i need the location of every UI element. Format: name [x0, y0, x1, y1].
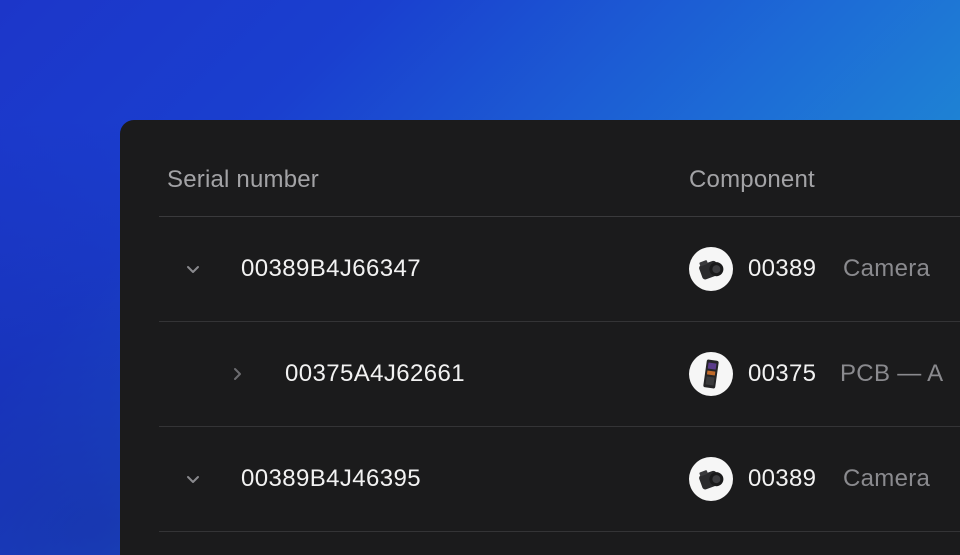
chevron-down-icon[interactable]: [183, 469, 203, 489]
serial-number: 00389B4J46395: [241, 465, 422, 492]
component-code: 00389: [748, 465, 817, 492]
table-row[interactable]: 00389B4J46395 00389 Camera: [159, 427, 960, 532]
serial-number: 00375A4J62661: [285, 360, 466, 387]
component-name: Camera: [843, 465, 931, 492]
serial-table-panel: Serial number Component 00389B4J66347 00…: [120, 120, 960, 555]
component-name: Camera: [843, 255, 931, 282]
chevron-right-icon[interactable]: [227, 364, 247, 384]
component-name: PCB — A: [840, 360, 944, 387]
column-header-serial-number[interactable]: Serial number: [167, 166, 319, 194]
table-row[interactable]: 00375A4J62661 00375 PCB — A: [159, 322, 960, 427]
table-row[interactable]: 00389B4J66347 00389 Camera: [159, 217, 960, 322]
camera-icon: [689, 457, 733, 501]
component-code: 00375: [748, 360, 817, 387]
component-code: 00389: [748, 255, 817, 282]
table-header: Serial number Component: [159, 120, 960, 217]
column-header-component[interactable]: Component: [689, 166, 815, 194]
serial-number: 00389B4J66347: [241, 255, 422, 282]
chevron-down-icon[interactable]: [183, 259, 203, 279]
camera-icon: [689, 247, 733, 291]
pcb-icon: [689, 352, 733, 396]
